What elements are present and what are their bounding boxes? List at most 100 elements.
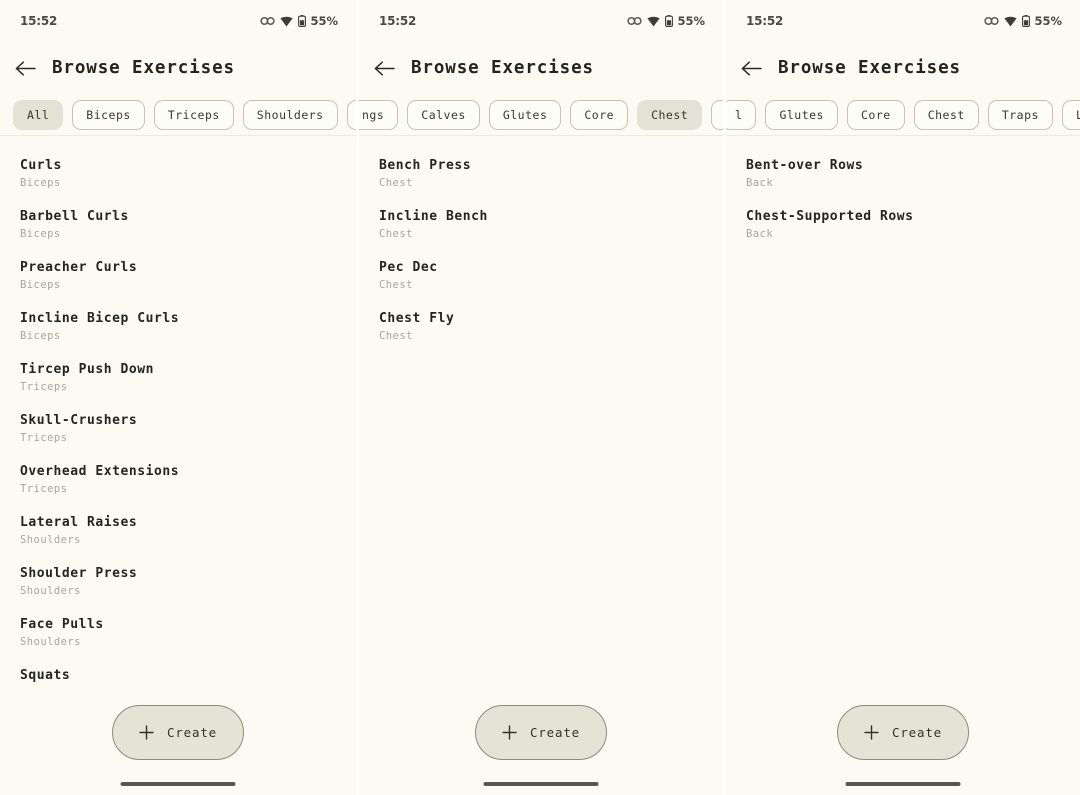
list-item[interactable]: Squats Quads [0, 659, 356, 693]
filter-chip-chest[interactable]: Chest [913, 100, 979, 130]
exercise-name: Preacher Curls [20, 260, 138, 275]
list-item[interactable]: Incline Bicep Curls Biceps [0, 302, 356, 353]
phone-screen-all: 15:52 55% Browse Exercises All Biceps Tr… [0, 0, 356, 795]
wifi-icon [647, 16, 661, 26]
plus-icon [502, 725, 517, 740]
status-icon-group: 55% [627, 14, 705, 28]
list-item[interactable]: Bent-over Rows Back [726, 149, 1080, 200]
exercise-muscle: Triceps [20, 381, 68, 393]
exercise-muscle: Chest [379, 279, 413, 291]
app-bar: Browse Exercises [359, 42, 723, 94]
exercise-muscle: Biceps [20, 228, 61, 240]
exercise-muscle: Triceps [20, 483, 68, 495]
filter-chip-core[interactable]: Core [570, 100, 629, 130]
filter-chip-traps[interactable]: Traps [711, 100, 723, 130]
filter-chip-triceps[interactable]: Triceps [153, 100, 234, 130]
chip-label: Chest [651, 108, 689, 122]
muscle-filter-bar[interactable]: ngs Calves Glutes Core Chest Traps L [359, 94, 723, 136]
battery-percent: 55% [310, 14, 338, 28]
filter-chip-all[interactable]: All [13, 100, 64, 130]
page-title: Browse Exercises [411, 58, 594, 78]
battery-icon [298, 15, 307, 27]
create-button[interactable]: Create [837, 705, 969, 760]
gesture-handle[interactable] [845, 782, 961, 786]
list-item[interactable]: Curls Biceps [0, 149, 356, 200]
list-item[interactable]: Face Pulls Shoulders [0, 608, 356, 659]
filter-chip-hamstrings-partial[interactable]: ngs [359, 100, 399, 130]
filter-chip-biceps[interactable]: Biceps [72, 100, 145, 130]
exercise-muscle: Biceps [20, 279, 61, 291]
chip-label: Core [860, 108, 891, 122]
arrow-left-icon[interactable] [373, 57, 395, 79]
filter-chip-shoulders[interactable]: Shoulders [242, 100, 338, 130]
exercise-muscle: Chest [379, 330, 413, 342]
exercise-name: Pec Dec [379, 260, 438, 275]
list-item[interactable]: Overhead Extensions Triceps [0, 455, 356, 506]
wifi-icon [280, 16, 294, 26]
exercise-muscle: Back [746, 228, 774, 240]
battery-percent: 55% [1034, 14, 1062, 28]
filter-chip-glutes[interactable]: Glutes [488, 100, 562, 130]
exercise-name: Squats [20, 668, 71, 683]
list-item[interactable]: Incline Bench Chest [359, 200, 723, 251]
status-time: 15:52 [20, 14, 58, 28]
chip-scroll-row[interactable]: l Glutes Core Chest Traps Lats Back [726, 94, 1080, 136]
list-item[interactable]: Bench Press Chest [359, 149, 723, 200]
chip-label: Glutes [779, 108, 824, 122]
exercise-list: Bench Press Chest Incline Bench Chest Pe… [359, 136, 723, 353]
page-title: Browse Exercises [778, 58, 961, 78]
muscle-filter-bar[interactable]: All Biceps Triceps Shoulders Quads [0, 94, 356, 136]
filter-chip-calves[interactable]: Calves [407, 100, 480, 130]
filter-chip-lats[interactable]: Lats [1061, 100, 1080, 130]
filter-chip-core[interactable]: Core [846, 100, 905, 130]
gesture-handle[interactable] [483, 782, 599, 786]
arrow-left-icon[interactable] [14, 57, 36, 79]
link-icon [260, 16, 276, 26]
chip-scroll-row[interactable]: ngs Calves Glutes Core Chest Traps L [359, 94, 723, 136]
list-item[interactable]: Tircep Push Down Triceps [0, 353, 356, 404]
app-bar: Browse Exercises [0, 42, 356, 94]
battery-icon [1022, 15, 1031, 27]
gesture-handle[interactable] [120, 782, 236, 786]
chip-label: Core [584, 108, 615, 122]
exercise-muscle: Shoulders [20, 636, 81, 648]
wifi-icon [1004, 16, 1018, 26]
list-item[interactable]: Barbell Curls Biceps [0, 200, 356, 251]
list-item[interactable]: Lateral Raises Shoulders [0, 506, 356, 557]
list-item[interactable]: Shoulder Press Shoulders [0, 557, 356, 608]
filter-chip-chest[interactable]: Chest [637, 100, 703, 130]
filter-chip-quads[interactable]: Quads [346, 100, 356, 130]
chip-label: Triceps [167, 108, 220, 122]
arrow-left-icon[interactable] [740, 57, 762, 79]
exercise-name: Face Pulls [20, 617, 104, 632]
exercise-muscle: Triceps [20, 432, 68, 444]
list-item[interactable]: Pec Dec Chest [359, 251, 723, 302]
plus-icon [139, 725, 154, 740]
exercise-name: Chest Fly [379, 311, 455, 326]
list-item[interactable]: Chest Fly Chest [359, 302, 723, 353]
chip-label: Lats [1075, 108, 1080, 122]
status-icon-group: 55% [260, 14, 338, 28]
filter-chip-glutes[interactable]: Glutes [765, 100, 838, 130]
battery-percent: 55% [677, 14, 705, 28]
chip-label: Biceps [86, 108, 131, 122]
status-icon-group: 55% [984, 14, 1062, 28]
chip-label: ngs [362, 108, 385, 122]
list-item[interactable]: Preacher Curls Biceps [0, 251, 356, 302]
exercise-name: Shoulder Press [20, 566, 138, 581]
filter-chip-traps[interactable]: Traps [987, 100, 1053, 130]
exercise-name: Overhead Extensions [20, 464, 180, 479]
exercise-muscle: Back [746, 177, 774, 189]
exercise-muscle: Biceps [20, 330, 61, 342]
list-item[interactable]: Skull-Crushers Triceps [0, 404, 356, 455]
filter-chip-partial-left[interactable]: l [726, 100, 757, 130]
chip-scroll-row[interactable]: All Biceps Triceps Shoulders Quads [0, 94, 356, 136]
phone-screen-chest: 15:52 55% Browse Exercises ngs Calves Gl… [359, 0, 723, 795]
create-button[interactable]: Create [112, 705, 244, 760]
create-button[interactable]: Create [475, 705, 607, 760]
list-item[interactable]: Chest-Supported Rows Back [726, 200, 1080, 251]
create-button-label: Create [167, 725, 217, 740]
muscle-filter-bar[interactable]: l Glutes Core Chest Traps Lats Back [726, 94, 1080, 136]
exercise-name: Skull-Crushers [20, 413, 138, 428]
exercise-name: Curls [20, 158, 62, 173]
